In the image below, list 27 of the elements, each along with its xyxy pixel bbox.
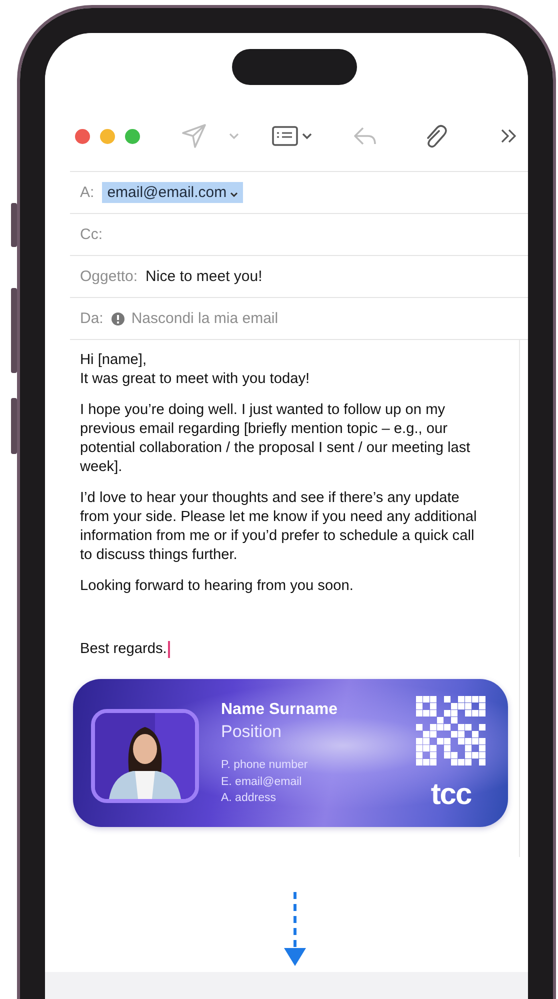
contact-line: P. phone number	[221, 758, 309, 773]
field-label: Da:	[80, 310, 104, 327]
field-label: Oggetto:	[80, 268, 138, 285]
more-icon[interactable]	[500, 127, 517, 145]
message-paragraph: I’d love to hear your thoughts and see if there’s any update from your side. Please let me know if you need any additional information from me or if you’d prefer to schedule a quick call to discuss things further.	[80, 489, 478, 565]
field-label: Cc:	[80, 226, 102, 243]
message-paragraph: Hi [name], It was great to meet with you today!	[80, 351, 311, 389]
person-position: Position	[221, 721, 282, 743]
message-paragraph: I hope you’re doing well. I just wanted to follow up on my previous email regarding [briefly mention topic – e.g., our potential collaboration / the proposal I sent / our meeting last week].	[80, 401, 472, 477]
subject-field[interactable]: Nice to meet you!	[146, 268, 262, 285]
message-paragraph: Looking forward to hearing from you soon.	[80, 577, 354, 596]
info-icon	[111, 312, 126, 326]
scroll-down-arrow-icon	[283, 892, 307, 966]
field-label: A:	[80, 184, 94, 201]
window-control-button[interactable]	[100, 128, 115, 144]
person-name: Name Surname	[221, 700, 338, 720]
window-control-button[interactable]	[125, 128, 140, 144]
window-control-button[interactable]	[75, 128, 90, 144]
contact-line: A. address	[221, 791, 277, 806]
caret-icon	[230, 192, 238, 196]
closing-text: Best regards.	[80, 640, 167, 659]
contact-line: E. email@email	[221, 774, 303, 790]
company-logo: tcc	[430, 780, 472, 810]
qr-code-icon	[416, 696, 486, 766]
list-format-icon[interactable]	[272, 126, 312, 146]
recipient-token[interactable]: email@email.com	[102, 182, 243, 203]
text-cursor	[168, 641, 170, 658]
